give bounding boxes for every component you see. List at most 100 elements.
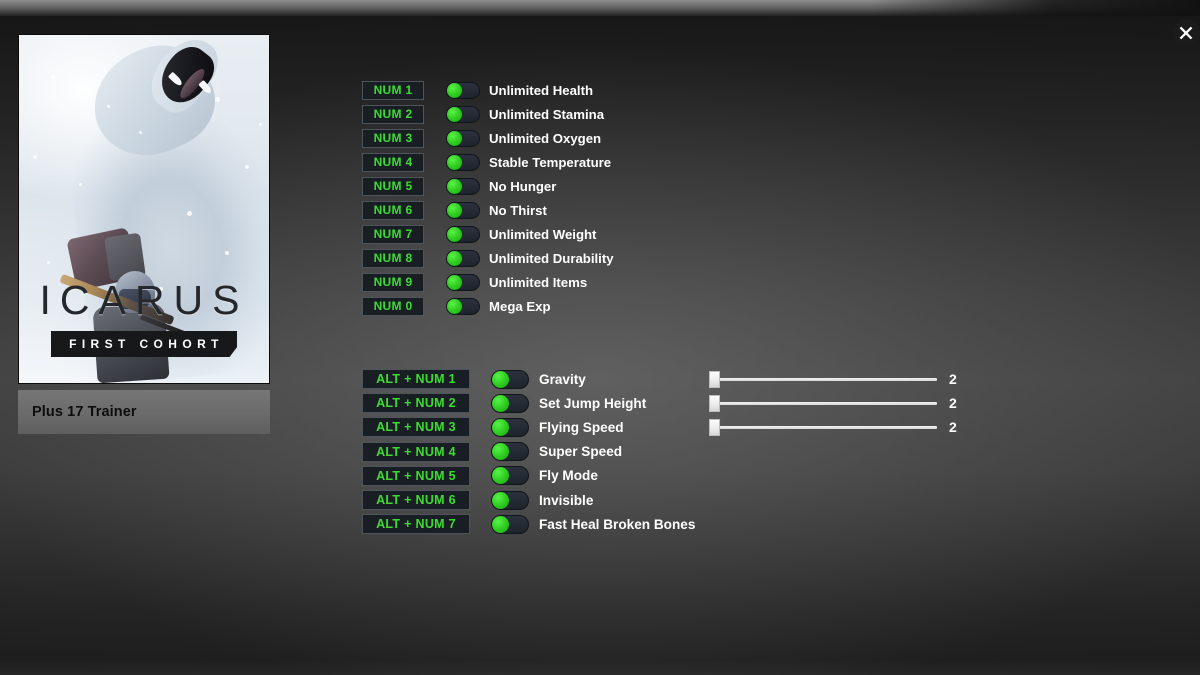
slider-value: 2 [949, 419, 957, 435]
slider-row: 2 [709, 391, 957, 415]
cheat-label: Fast Heal Broken Bones [539, 517, 695, 532]
hotkey-button[interactable]: ALT + NUM 4 [362, 442, 470, 462]
cheat-toggle[interactable] [446, 202, 480, 219]
cheat-row: ALT + NUM 1 Gravity [362, 367, 695, 391]
value-slider[interactable] [709, 393, 937, 413]
slider-group: 2 2 2 [709, 367, 957, 440]
cheat-row: NUM 1 Unlimited Health [362, 78, 614, 102]
hotkey-button[interactable]: NUM 4 [362, 153, 424, 172]
hotkey-button[interactable]: ALT + NUM 2 [362, 393, 470, 413]
cheat-row: ALT + NUM 2Set Jump Height [362, 391, 695, 415]
slider-handle[interactable] [709, 419, 720, 436]
cheat-label: Flying Speed [539, 420, 624, 435]
hotkey-button[interactable]: NUM 8 [362, 249, 424, 268]
slider-track[interactable] [718, 426, 937, 429]
toggle-knob-icon [447, 83, 462, 98]
toggle-knob-icon [447, 203, 462, 218]
cheat-toggle[interactable] [491, 442, 529, 461]
game-subtitle-banner: FIRST COHORT [51, 331, 237, 357]
game-subtitle: FIRST COHORT [64, 337, 224, 351]
cheat-toggle[interactable] [491, 515, 529, 534]
hotkey-button[interactable]: NUM 5 [362, 177, 424, 196]
cheat-row: NUM 3 Unlimited Oxygen [362, 126, 614, 150]
trainer-title-bar: Plus 17 Trainer [18, 390, 270, 434]
hotkey-button[interactable]: ALT + NUM 7 [362, 514, 470, 534]
close-button[interactable] [1172, 19, 1200, 47]
slider-handle[interactable] [709, 395, 720, 412]
slider-track[interactable] [718, 402, 937, 405]
slider-track[interactable] [718, 378, 937, 381]
cheat-toggle[interactable] [491, 394, 529, 413]
cheat-row: NUM 9 Unlimited Items [362, 270, 614, 294]
hotkey-button[interactable]: ALT + NUM 6 [362, 490, 470, 510]
slider-row: 2 [709, 367, 957, 391]
cheat-toggle[interactable] [446, 130, 480, 147]
trainer-title: Plus 17 Trainer [18, 404, 137, 420]
toggle-knob-icon [492, 443, 509, 460]
cheat-row: ALT + NUM 4Super Speed [362, 440, 695, 464]
toggle-knob-icon [447, 227, 462, 242]
cheat-row: ALT + NUM 6 Invisible [362, 488, 695, 512]
hotkey-button[interactable]: NUM 6 [362, 201, 424, 220]
cheat-row: ALT + NUM 3 Flying Speed [362, 415, 695, 439]
hotkey-button[interactable]: NUM 9 [362, 273, 424, 292]
toggle-knob-icon [492, 492, 509, 509]
slider-value: 2 [949, 395, 957, 411]
cheat-toggle[interactable] [491, 418, 529, 437]
cheat-toggle[interactable] [446, 154, 480, 171]
cheat-label: Unlimited Stamina [489, 107, 604, 122]
hotkey-button[interactable]: NUM 2 [362, 105, 424, 124]
cheat-label: Fly Mode [539, 468, 598, 483]
game-cover-art: ICARUS FIRST COHORT [18, 34, 270, 384]
game-panel: ICARUS FIRST COHORT Plus 17 Trainer [18, 34, 270, 434]
slider-row: 2 [709, 415, 957, 439]
cheat-row: NUM 8Unlimited Durability [362, 246, 614, 270]
cheat-group-secondary: ALT + NUM 1 Gravity ALT + NUM 2Set Jump He… [362, 367, 695, 536]
value-slider[interactable] [709, 369, 937, 389]
cheat-toggle[interactable] [446, 298, 480, 315]
toggle-knob-icon [447, 251, 462, 266]
toggle-knob-icon [492, 516, 509, 533]
cheat-label: Unlimited Oxygen [489, 131, 601, 146]
toggle-knob-icon [492, 467, 509, 484]
hotkey-button[interactable]: ALT + NUM 1 [362, 369, 470, 389]
toggle-knob-icon [492, 371, 509, 388]
hotkey-button[interactable]: NUM 0 [362, 297, 424, 316]
cheat-toggle[interactable] [446, 106, 480, 123]
hotkey-button[interactable]: NUM 1 [362, 81, 424, 100]
toggle-knob-icon [492, 395, 509, 412]
cheat-toggle[interactable] [446, 178, 480, 195]
hotkey-button[interactable]: NUM 3 [362, 129, 424, 148]
cheat-label: Invisible [539, 493, 593, 508]
cheat-toggle[interactable] [446, 250, 480, 267]
window-top-strip [0, 0, 1200, 16]
hotkey-button[interactable]: NUM 7 [362, 225, 424, 244]
cheat-label: Unlimited Health [489, 83, 593, 98]
hotkey-button[interactable]: ALT + NUM 3 [362, 417, 470, 437]
cheat-label: No Hunger [489, 179, 556, 194]
icarus-logo: ICARUS FIRST COHORT [19, 277, 269, 357]
slider-value: 2 [949, 371, 957, 387]
cheat-row: NUM 4Stable Temperature [362, 150, 614, 174]
cheat-toggle[interactable] [491, 491, 529, 510]
cheat-toggle[interactable] [491, 370, 529, 389]
cheat-label: Gravity [539, 372, 586, 387]
cheat-row: ALT + NUM 5 Fly Mode [362, 464, 695, 488]
slider-handle[interactable] [709, 371, 720, 388]
cheat-label: Unlimited Items [489, 275, 587, 290]
cheat-row: NUM 2 Unlimited Stamina [362, 102, 614, 126]
cheat-toggle[interactable] [446, 274, 480, 291]
toggle-knob-icon [447, 275, 462, 290]
toggle-knob-icon [492, 419, 509, 436]
toggle-knob-icon [447, 299, 462, 314]
cheat-label: Mega Exp [489, 299, 551, 314]
value-slider[interactable] [709, 417, 937, 437]
hotkey-button[interactable]: ALT + NUM 5 [362, 466, 470, 486]
cheat-row: NUM 0 Mega Exp [362, 294, 614, 318]
cheat-row: NUM 6No Thirst [362, 198, 614, 222]
cheat-toggle[interactable] [446, 226, 480, 243]
cheat-toggle[interactable] [491, 466, 529, 485]
cheat-toggle[interactable] [446, 82, 480, 99]
game-title: ICARUS [19, 277, 269, 324]
cheat-group-primary: NUM 1 Unlimited Health NUM 2 Unlimited Stam… [362, 78, 614, 318]
